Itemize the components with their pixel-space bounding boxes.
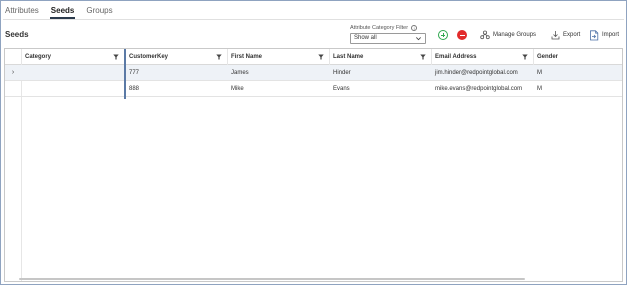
tab-groups[interactable]: Groups [85, 5, 113, 19]
column-header-email-address[interactable]: Email Address [432, 49, 534, 65]
cell-customer-key: 777 [129, 70, 140, 76]
filter-icon[interactable] [522, 54, 528, 60]
cell-customer-key: 888 [129, 86, 140, 92]
cell-gender: M [537, 70, 542, 76]
cell-first-name: Mike [231, 86, 244, 92]
export-icon [551, 31, 560, 40]
filter-label-text: Attribute Category Filter [350, 25, 409, 31]
tab-bar: Attributes Seeds Groups [4, 5, 114, 19]
column-header-customerkey[interactable]: CustomerKey [126, 49, 228, 65]
filter-icon[interactable] [318, 54, 324, 60]
grid-header: Category CustomerKey First Name Last Nam… [5, 49, 622, 65]
cell-category [22, 65, 25, 81]
column-header-label: First Name [231, 54, 263, 60]
horizontal-scrollbar[interactable] [19, 278, 525, 280]
manage-groups-label: Manage Groups [493, 32, 537, 38]
groups-icon [480, 30, 490, 40]
manage-groups-button[interactable]: Manage Groups [480, 29, 536, 41]
add-seed-button[interactable] [438, 30, 448, 40]
cell-email: mike.evans@redpointglobal.com [435, 86, 523, 92]
remove-seed-button[interactable] [457, 30, 467, 40]
cell-category [22, 81, 25, 97]
page-title: Seeds [5, 30, 29, 39]
tab-seeds[interactable]: Seeds [49, 5, 76, 19]
seeds-grid: Category CustomerKey First Name Last Nam… [4, 48, 623, 282]
table-row[interactable]: 888 Mike Evans mike.evans@redpointglobal… [5, 81, 622, 97]
export-label: Export [563, 32, 581, 38]
info-icon[interactable]: i [411, 25, 418, 31]
column-header-label: CustomerKey [129, 54, 169, 60]
column-header-first-name[interactable]: First Name [228, 49, 330, 65]
cell-gender: M [537, 86, 542, 92]
row-expand-chevron-icon[interactable]: › [5, 65, 21, 81]
category-filter-select[interactable]: Show all [350, 33, 426, 44]
column-header-label: Category [25, 54, 52, 60]
frozen-column-splitter[interactable] [124, 49, 126, 99]
table-row[interactable]: › 777 James Hinder jim.hinder@redpointgl… [5, 65, 622, 81]
column-header-label: Gender [537, 54, 559, 60]
cell-last-name: Evans [333, 86, 350, 92]
export-button[interactable]: Export [551, 29, 580, 41]
chevron-down-icon [416, 37, 421, 41]
row-expander[interactable] [5, 81, 21, 97]
cell-last-name: Hinder [333, 70, 351, 76]
cell-email: jim.hinder@redpointglobal.com [435, 70, 518, 76]
column-header-label: Email Address [435, 54, 477, 60]
import-file-icon [590, 29, 599, 40]
filter-label: Attribute Category Filter i [350, 25, 418, 31]
cell-first-name: James [231, 70, 249, 76]
import-label: Import [602, 32, 620, 38]
column-header-gender[interactable]: Gender [534, 49, 622, 65]
filter-selected-value: Show all [354, 35, 377, 41]
import-button[interactable]: Import [589, 29, 619, 41]
filter-icon[interactable] [113, 54, 119, 60]
tab-attributes[interactable]: Attributes [4, 5, 40, 19]
tab-divider [3, 19, 624, 20]
column-header-category[interactable]: Category [22, 49, 125, 65]
column-header-last-name[interactable]: Last Name [330, 49, 432, 65]
column-header-label: Last Name [333, 54, 364, 60]
filter-icon[interactable] [420, 54, 426, 60]
filter-icon[interactable] [216, 54, 222, 60]
